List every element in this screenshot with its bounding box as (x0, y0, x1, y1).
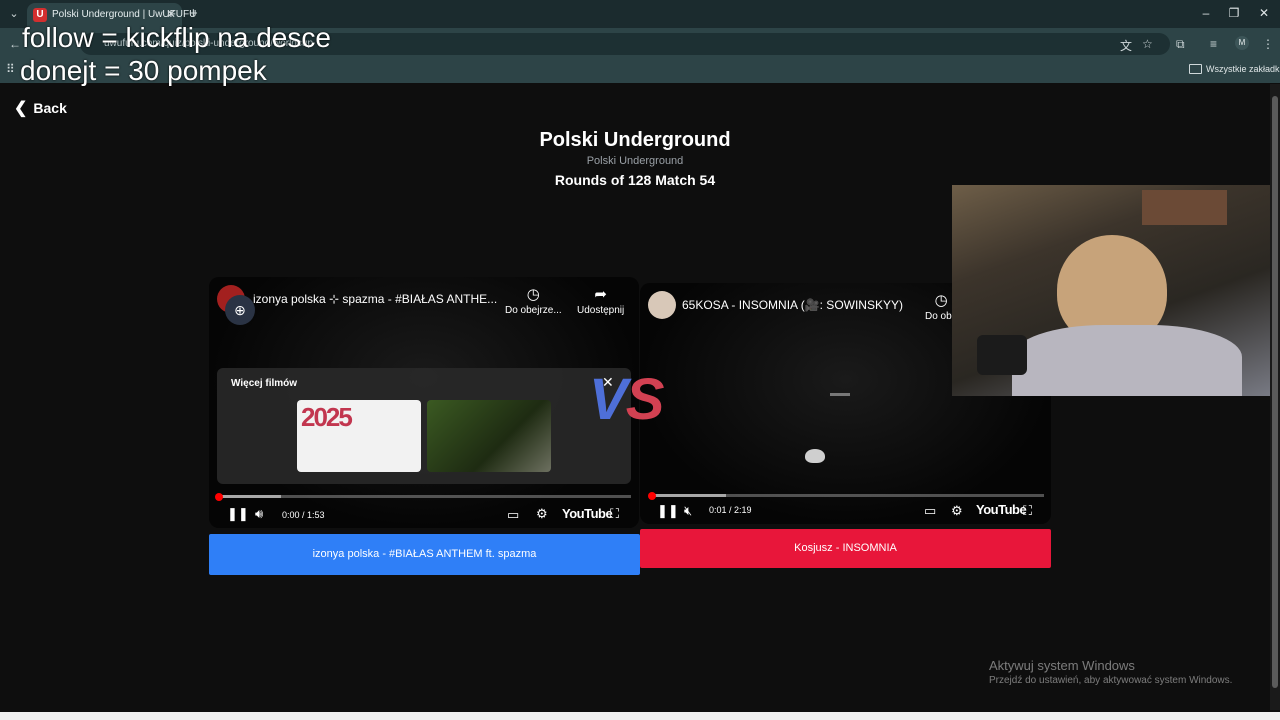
star-icon[interactable]: ☆ (1142, 37, 1153, 51)
share-icon: ➦ (594, 286, 607, 303)
pause-icon[interactable]: ❚❚ (657, 503, 679, 519)
windows-activation-title: Aktywuj system Windows (989, 658, 1135, 673)
apps-icon[interactable]: ⠿ (6, 62, 15, 76)
left-watch-later-label: Do obejrze... (505, 305, 562, 316)
folder-icon (1189, 64, 1202, 74)
favicon-icon: U (33, 8, 47, 22)
left-progress-track (219, 495, 631, 498)
choose-left-button[interactable]: izonya polska - #BIAŁAS ANTHEM ft. spazm… (209, 534, 640, 575)
left-progress-fill (219, 495, 281, 498)
chevron-left-icon: ❮ (14, 100, 28, 117)
zoom-icon[interactable]: ⊕ (225, 295, 255, 325)
vs-letter-s: S (625, 367, 665, 432)
media-icon[interactable]: ≡ (1210, 37, 1217, 51)
more-video-thumb-2[interactable] (427, 400, 551, 472)
horizontal-scrollbar[interactable] (0, 712, 1280, 720)
youtube-logo[interactable]: YouTube (562, 506, 613, 521)
right-progress-fill (652, 494, 727, 497)
settings-icon[interactable]: ⚙ (536, 506, 548, 522)
extensions-icon[interactable]: ⧉ (1176, 37, 1185, 52)
right-time-display: 0:01 / 2:19 (709, 505, 752, 515)
right-channel-avatar[interactable] (648, 291, 676, 319)
webcam-person-body (1012, 325, 1242, 396)
page-subtitle: Polski Underground (586, 155, 684, 167)
left-video-title[interactable]: izonya polska ⊹ spazma - #BIAŁAS ANTHE..… (253, 292, 497, 306)
tab-search-icon[interactable]: ⌄ (6, 6, 22, 22)
back-label: Back (33, 100, 67, 116)
left-watch-later-button[interactable]: ◷ Do obejrze... (505, 285, 562, 316)
back-arrow-icon[interactable]: ← (9, 37, 21, 51)
more-videos-label: Więcej filmów (231, 378, 298, 389)
vs-letter-v: V (589, 367, 628, 432)
translate-icon[interactable]: 文 (1120, 37, 1132, 54)
choose-right-button[interactable]: Kosjusz - INSOMNIA (640, 529, 1051, 568)
left-progress-handle[interactable] (215, 493, 223, 501)
youtube-logo[interactable]: YouTube (976, 502, 1027, 517)
profile-avatar[interactable]: M (1235, 36, 1249, 50)
left-time-display: 0:00 / 1:53 (282, 510, 325, 520)
right-video-scene-detail (830, 393, 850, 396)
fullscreen-icon[interactable]: ⛶ (1023, 503, 1032, 519)
minimize-icon[interactable]: – (1196, 6, 1216, 20)
more-video-thumb-1[interactable]: 2025 (297, 400, 421, 472)
clock-icon: ◷ (526, 286, 540, 303)
pause-icon[interactable]: ❚❚ (227, 506, 249, 522)
left-share-label: Udostępnij (577, 305, 625, 316)
subtitles-icon[interactable]: ▭ (507, 507, 519, 523)
page-title: Polski Underground (539, 129, 731, 151)
windows-activation-subtitle: Przejdź do ustawień, aby aktywować syste… (989, 675, 1233, 686)
vs-label: VS (589, 366, 665, 433)
overlay-line-donate: donejt = 30 pompek (20, 55, 267, 86)
webcam-overlay (952, 185, 1280, 396)
thumb-year: 2025 (301, 402, 353, 432)
left-share-button[interactable]: ➦ Udostępnij (577, 285, 624, 316)
window-close-icon[interactable]: ✕ (1254, 6, 1274, 20)
plus-icon[interactable]: + (189, 5, 198, 22)
right-progress-handle[interactable] (648, 492, 656, 500)
menu-icon[interactable]: ⋮ (1262, 37, 1274, 51)
webcam-bookshelf (1142, 190, 1227, 225)
close-icon[interactable]: ✕ (166, 7, 176, 21)
settings-icon[interactable]: ⚙ (951, 503, 963, 519)
restore-icon[interactable]: ❐ (1224, 6, 1244, 20)
right-video-scene-figure (805, 449, 825, 463)
fullscreen-icon[interactable]: ⛶ (610, 506, 619, 522)
vertical-scroll-thumb[interactable] (1272, 96, 1278, 688)
more-videos-panel: Więcej filmów ✕ 2025 (217, 368, 631, 484)
muted-icon[interactable]: 🔇︎ (684, 503, 692, 519)
subtitles-icon[interactable]: ▭ (924, 503, 936, 519)
overlay-line-follow: follow = kickflip na desce (22, 22, 331, 53)
volume-icon[interactable]: 🔊︎ (255, 506, 263, 522)
right-video-title[interactable]: 65KOSA - INSOMNIA (🎥: SOWINSKYY) (682, 298, 903, 312)
webcam-microphone (977, 335, 1027, 375)
left-video-player[interactable]: ⊕ izonya polska ⊹ spazma - #BIAŁAS ANTHE… (209, 277, 639, 528)
all-bookmarks-link[interactable]: Wszystkie zakładki (1206, 64, 1280, 74)
back-button[interactable]: ❮ Back (14, 98, 67, 118)
